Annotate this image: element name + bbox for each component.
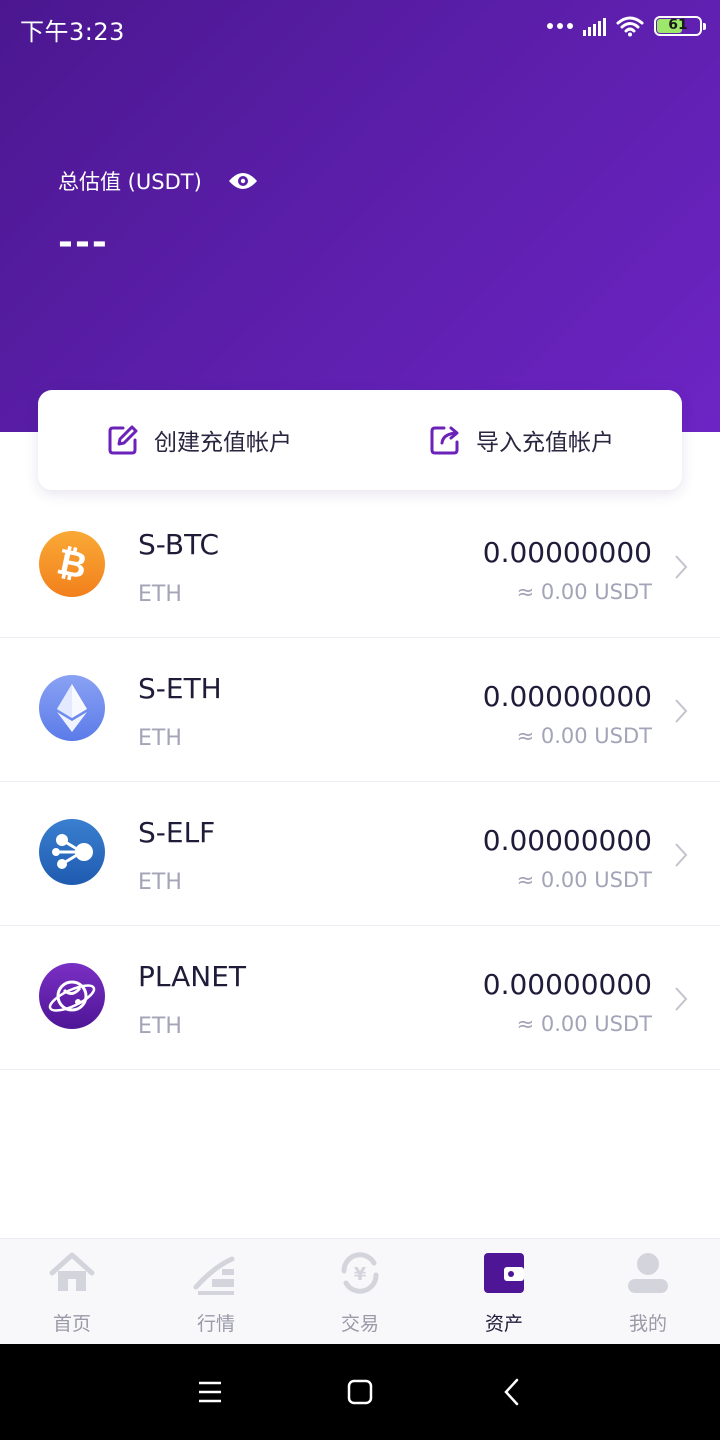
battery-icon: 61 (654, 16, 706, 36)
home-nav-button[interactable] (340, 1372, 380, 1412)
asset-row-s-eth[interactable]: S-ETH ETH 0.00000000 ≈ 0.00 USDT (0, 638, 720, 782)
asset-usdt-value: ≈ 0.00 USDT (516, 1012, 652, 1036)
status-time: 下午3:23 (20, 18, 125, 46)
asset-amount: 0.00000000 (482, 968, 652, 1001)
asset-usdt-value: ≈ 0.00 USDT (516, 724, 652, 748)
asset-amount: 0.00000000 (482, 536, 652, 569)
menu-nav-button[interactable] (190, 1372, 230, 1412)
eye-icon[interactable] (228, 171, 258, 191)
header-banner: 下午3:23 61 总估值 (USDT) --- (0, 0, 720, 432)
asset-name: S-ETH (138, 672, 222, 705)
exchange-icon: ¥ (341, 1252, 379, 1294)
menu-icon (199, 1381, 221, 1403)
tab-exchange-label: 交易 (340, 1313, 379, 1335)
asset-chain: ETH (138, 726, 182, 751)
tab-home[interactable]: 首页 (0, 1239, 144, 1344)
asset-name: S-ELF (138, 816, 216, 849)
create-account-label: 创建充值帐户 (154, 430, 292, 456)
tab-market-label: 行情 (196, 1313, 235, 1335)
asset-amount: 0.00000000 (482, 680, 652, 713)
square-icon (347, 1379, 373, 1405)
signal-icon (583, 16, 606, 36)
tab-exchange[interactable]: ¥ 交易 (288, 1239, 432, 1344)
asset-amount: 0.00000000 (482, 824, 652, 857)
total-value: --- (58, 222, 109, 263)
home-icon (49, 1252, 95, 1291)
back-icon (504, 1378, 519, 1406)
asset-name: PLANET (138, 960, 247, 993)
tab-market[interactable]: 行情 (144, 1239, 288, 1344)
import-account-label: 导入充值帐户 (476, 430, 614, 456)
wallet-icon (484, 1253, 524, 1293)
asset-list: ₿ S-BTC ETH 0.00000000 ≈ 0.00 USDT S-ETH… (0, 494, 720, 1070)
tab-profile-label: 我的 (628, 1313, 667, 1335)
battery-level: 61 (668, 17, 688, 33)
tab-assets[interactable]: 资产 (432, 1239, 576, 1344)
asset-row-planet[interactable]: PLANET ETH 0.00000000 ≈ 0.00 USDT (0, 926, 720, 1070)
create-account-button[interactable]: 创建充值帐户 (38, 390, 360, 490)
back-nav-button[interactable] (492, 1372, 532, 1412)
aelf-icon (38, 818, 106, 886)
total-value-label: 总估值 (USDT) (58, 170, 202, 194)
asset-chain: ETH (138, 870, 182, 895)
tab-profile[interactable]: 我的 (576, 1239, 720, 1344)
asset-usdt-value: ≈ 0.00 USDT (516, 868, 652, 892)
svg-text:¥: ¥ (354, 1264, 367, 1285)
chevron-right-icon (675, 699, 688, 723)
asset-row-s-btc[interactable]: ₿ S-BTC ETH 0.00000000 ≈ 0.00 USDT (0, 494, 720, 638)
planet-icon (38, 962, 106, 1030)
tab-assets-label: 资产 (484, 1313, 523, 1335)
edit-icon (108, 425, 138, 455)
chevron-right-icon (675, 843, 688, 867)
asset-chain: ETH (138, 1014, 182, 1039)
ethereum-icon (38, 674, 106, 742)
account-action-card: 创建充值帐户 导入充值帐户 (38, 390, 682, 490)
chevron-right-icon (675, 987, 688, 1011)
more-dots-icon (547, 23, 573, 29)
tab-home-label: 首页 (52, 1313, 91, 1335)
bitcoin-icon: ₿ (38, 530, 106, 598)
system-navigation-bar (0, 1344, 720, 1440)
wifi-icon (616, 16, 644, 37)
status-icons: 61 (547, 14, 706, 38)
profile-icon (628, 1253, 668, 1293)
asset-chain: ETH (138, 582, 182, 607)
import-icon (430, 426, 459, 455)
status-bar: 下午3:23 61 (0, 0, 720, 52)
chevron-right-icon (675, 555, 688, 579)
market-icon (193, 1256, 235, 1295)
asset-usdt-value: ≈ 0.00 USDT (516, 580, 652, 604)
import-account-button[interactable]: 导入充值帐户 (360, 390, 682, 490)
asset-name: S-BTC (138, 528, 220, 561)
asset-row-s-elf[interactable]: S-ELF ETH 0.00000000 ≈ 0.00 USDT (0, 782, 720, 926)
bottom-tab-bar: 首页 行情 ¥ 交易 资产 我的 (0, 1238, 720, 1344)
total-value-label-row: 总估值 (USDT) (58, 166, 258, 196)
